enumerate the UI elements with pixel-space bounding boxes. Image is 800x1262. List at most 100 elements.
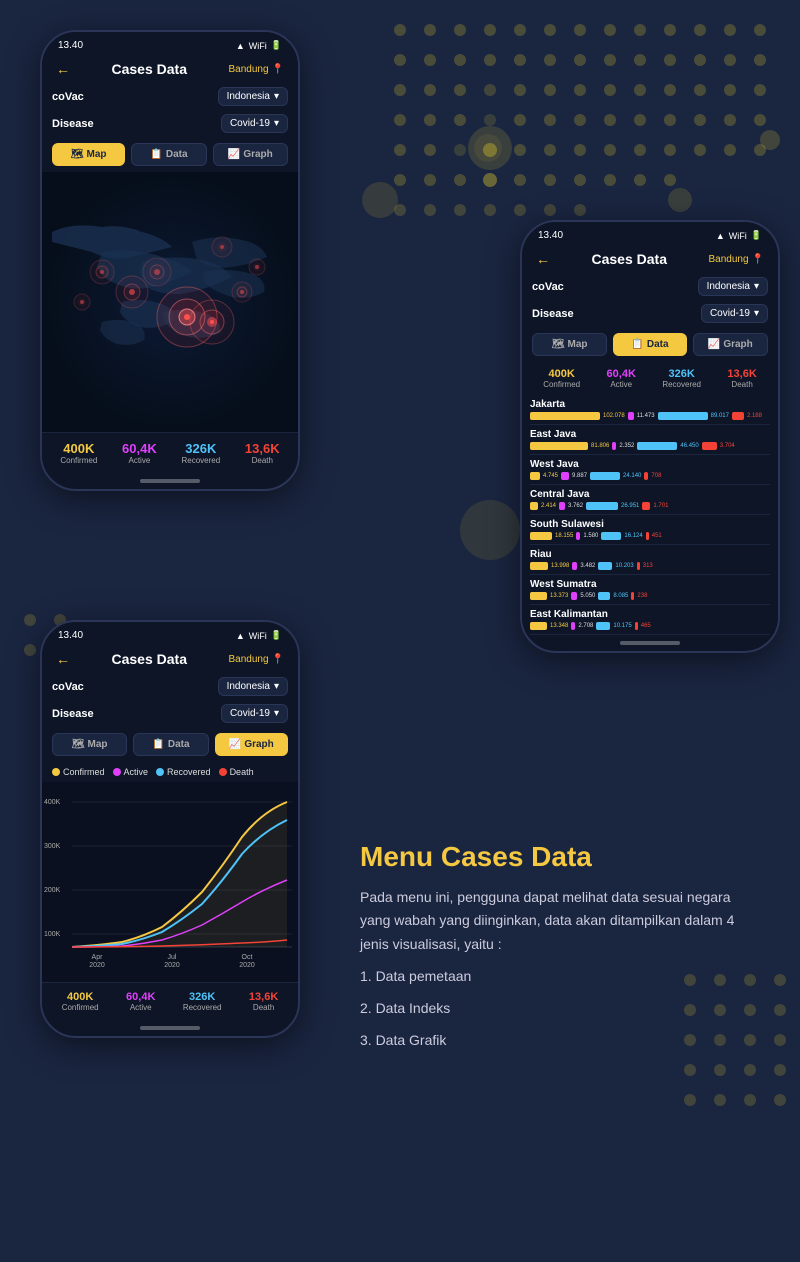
- list-item-3: 3. Data Grafik: [360, 1029, 750, 1053]
- filter-disease-2: Disease Covid-19 ▾: [522, 300, 778, 327]
- disease-dropdown-1[interactable]: Covid-19 ▾: [221, 114, 288, 133]
- svg-text:2020: 2020: [239, 962, 255, 969]
- time-2: 13.40: [538, 230, 563, 241]
- phone-graph: 13.40 ▲ WiFi 🔋 ← Cases Data Bandung 📍 co…: [40, 620, 300, 1038]
- svg-text:200K: 200K: [44, 887, 61, 894]
- tab-graph-3[interactable]: 📈 Graph: [215, 733, 288, 756]
- graph-area: 400K 300K 200K 100K Apr 2020 Jul 2020 Oc…: [42, 782, 298, 982]
- time-3: 13.40: [58, 630, 83, 641]
- region-list: Jakarta 102.078 11.473 89.017 2.188 East…: [522, 395, 778, 635]
- country-dropdown-3[interactable]: Indonesia ▾: [218, 677, 288, 696]
- filter-covac-3: coVac Indonesia ▾: [42, 673, 298, 700]
- filter-disease-3: Disease Covid-19 ▾: [42, 700, 298, 727]
- filter-covac-2: coVac Indonesia ▾: [522, 273, 778, 300]
- time-1: 13.40: [58, 40, 83, 51]
- status-icons-1: ▲ WiFi 🔋: [236, 40, 282, 51]
- confirmed-stat-1: 400K Confirmed: [60, 441, 97, 465]
- filter-disease-1: Disease Covid-19 ▾: [42, 110, 298, 137]
- svg-text:Oct: Oct: [242, 954, 253, 961]
- home-indicator-2: [620, 641, 680, 645]
- home-indicator-1: [140, 479, 200, 483]
- region-item: Central Java 2.414 3.762 26.951 1.701: [530, 485, 770, 515]
- svg-text:2020: 2020: [89, 962, 105, 969]
- confirmed-stat-3: 400K Confirmed: [62, 991, 99, 1012]
- list-item-2: 2. Data Indeks: [360, 997, 750, 1021]
- graph-legend: Confirmed Active Recovered Death: [42, 762, 298, 782]
- active-dot: [113, 768, 121, 776]
- status-bar-2: 13.40 ▲ WiFi 🔋: [522, 222, 778, 245]
- tab-graph-2[interactable]: 📈 Graph: [693, 333, 768, 356]
- active-stat-3: 60,4K Active: [126, 991, 155, 1012]
- back-button-1[interactable]: ←: [56, 61, 70, 77]
- death-stat-1: 13,6K Death: [245, 441, 280, 465]
- status-bar-3: 13.40 ▲ WiFi 🔋: [42, 622, 298, 645]
- back-button-3[interactable]: ←: [56, 651, 70, 667]
- country-dropdown-2[interactable]: Indonesia ▾: [698, 277, 768, 296]
- nav-bar-2: ← Cases Data Bandung 📍: [522, 245, 778, 273]
- region-item: South Sulawesi 18.155 1.580 16.124 451: [530, 515, 770, 545]
- svg-text:100K: 100K: [44, 931, 61, 938]
- legend-death: Death: [219, 767, 254, 777]
- tab-bar-1: 🗺 Map 📋 Data 📈 Graph: [42, 137, 298, 172]
- legend-active: Active: [113, 767, 149, 777]
- confirmed-dot: [52, 768, 60, 776]
- legend-confirmed: Confirmed: [52, 767, 105, 777]
- tab-map-3[interactable]: 🗺 Map: [52, 733, 127, 756]
- death-stat-3: 13,6K Death: [249, 991, 278, 1012]
- svg-text:2020: 2020: [164, 962, 180, 969]
- stats-bar-3: 400K Confirmed 60,4K Active 326K Recover…: [42, 982, 298, 1020]
- disease-dropdown-2[interactable]: Covid-19 ▾: [701, 304, 768, 323]
- phone-data: 13.40 ▲ WiFi 🔋 ← Cases Data Bandung 📍 co…: [520, 220, 780, 653]
- phone-map: 13.40 ▲ WiFi 🔋 ← Cases Data Bandung 📍 co…: [40, 30, 300, 491]
- active-stat-2: 60,4K Active: [607, 368, 636, 389]
- region-item: West Java 4.745 9.887 24.140 708: [530, 455, 770, 485]
- tab-bar-3: 🗺 Map 📋 Data 📈 Graph: [42, 727, 298, 762]
- screen-title-2: Cases Data: [592, 251, 668, 267]
- location-badge-2: Bandung 📍: [709, 254, 765, 265]
- confirmed-stat-2: 400K Confirmed: [543, 368, 580, 389]
- section-body: Pada menu ini, pengguna dapat melihat da…: [360, 886, 750, 1053]
- svg-text:Apr: Apr: [92, 954, 104, 961]
- region-item: East Java 81.806 2.352 46.450 3.704: [530, 425, 770, 455]
- location-badge-1: Bandung 📍: [229, 64, 285, 75]
- status-bar-1: 13.40 ▲ WiFi 🔋: [42, 32, 298, 55]
- svg-text:300K: 300K: [44, 843, 61, 850]
- map-area: [42, 172, 298, 432]
- tab-data-1[interactable]: 📋 Data: [131, 143, 206, 166]
- country-dropdown-1[interactable]: Indonesia ▾: [218, 87, 288, 106]
- tab-graph-1[interactable]: 📈 Graph: [213, 143, 288, 166]
- recovered-stat-2: 326K Recovered: [662, 368, 701, 389]
- region-item: Jakarta 102.078 11.473 89.017 2.188: [530, 395, 770, 425]
- text-section: Menu Cases Data Pada menu ini, pengguna …: [360, 840, 750, 1060]
- tab-map-2[interactable]: 🗺 Map: [532, 333, 607, 356]
- svg-text:Jul: Jul: [168, 954, 177, 961]
- recovered-dot: [156, 768, 164, 776]
- disease-dropdown-3[interactable]: Covid-19 ▾: [221, 704, 288, 723]
- status-icons-3: ▲ WiFi 🔋: [236, 630, 282, 641]
- status-icons-2: ▲ WiFi 🔋: [716, 230, 762, 241]
- tab-data-3[interactable]: 📋 Data: [133, 733, 208, 756]
- tab-data-2[interactable]: 📋 Data: [613, 333, 686, 356]
- nav-bar-1: ← Cases Data Bandung 📍: [42, 55, 298, 83]
- location-badge-3: Bandung 📍: [229, 654, 285, 665]
- tab-map-1[interactable]: 🗺 Map: [52, 143, 125, 166]
- section-title: Menu Cases Data: [360, 840, 750, 874]
- screen-title-3: Cases Data: [112, 651, 188, 667]
- recovered-stat-3: 326K Recovered: [183, 991, 222, 1012]
- screen-title-1: Cases Data: [112, 61, 188, 77]
- svg-text:400K: 400K: [44, 799, 61, 806]
- recovered-stat-1: 326K Recovered: [181, 441, 220, 465]
- filter-covac-1: coVac Indonesia ▾: [42, 83, 298, 110]
- nav-bar-3: ← Cases Data Bandung 📍: [42, 645, 298, 673]
- stats-bar-1: 400K Confirmed 60,4K Active 326K Recover…: [42, 432, 298, 473]
- death-dot: [219, 768, 227, 776]
- list-item-1: 1. Data pemetaan: [360, 965, 750, 989]
- legend-recovered: Recovered: [156, 767, 211, 777]
- home-indicator-3: [140, 1026, 200, 1030]
- region-item: West Sumatra 13.373 5.050 8.085 238: [530, 575, 770, 605]
- data-stats-row: 400K Confirmed 60,4K Active 326K Recover…: [522, 362, 778, 395]
- region-item: East Kalimantan 13.348 2.708 10.175 465: [530, 605, 770, 635]
- region-item: Riau 13.998 3.482 10.203 313: [530, 545, 770, 575]
- tab-bar-2: 🗺 Map 📋 Data 📈 Graph: [522, 327, 778, 362]
- back-button-2[interactable]: ←: [536, 251, 550, 267]
